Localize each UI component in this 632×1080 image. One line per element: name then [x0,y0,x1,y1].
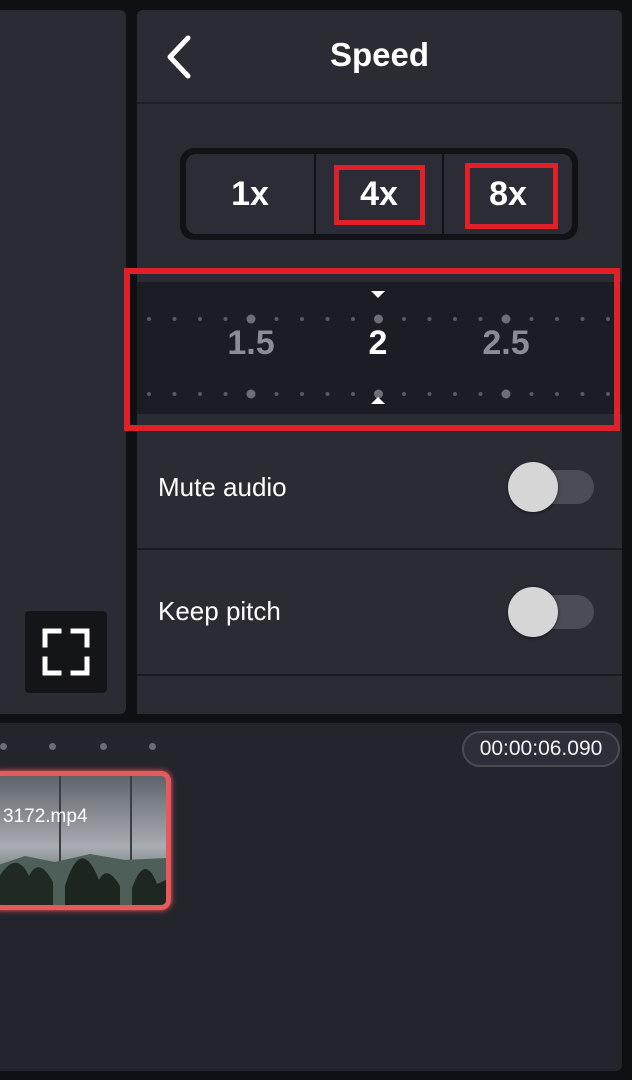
highlight-box-8x [465,163,558,229]
video-clip[interactable]: 3172.mp4 [0,771,171,910]
mute-audio-row: Mute audio [137,424,622,550]
fullscreen-icon [42,628,90,676]
highlight-box-4x [334,165,425,225]
timeline-tick [149,743,156,750]
timeline-tick [100,743,107,750]
mute-audio-toggle[interactable] [508,462,594,512]
keep-pitch-label: Keep pitch [158,596,281,626]
clip-name: 3172.mp4 [3,806,88,827]
timeline-tick [49,743,56,750]
fullscreen-button[interactable] [25,611,107,693]
timeline-tick [0,743,7,750]
mute-audio-label: Mute audio [158,472,287,502]
panel-header: Speed [137,10,622,104]
preset-1x-button[interactable]: 1x [186,154,314,234]
highlight-box-ruler [124,268,620,431]
video-preview [0,10,126,714]
keep-pitch-toggle[interactable] [508,587,594,637]
page-title: Speed [329,36,430,73]
timecode-badge: 00:00:06.090 [462,731,620,767]
clip-thumbnails [0,776,166,905]
keep-pitch-row: Keep pitch [137,550,622,676]
toggle-knob [508,462,558,512]
toggle-knob [508,587,558,637]
